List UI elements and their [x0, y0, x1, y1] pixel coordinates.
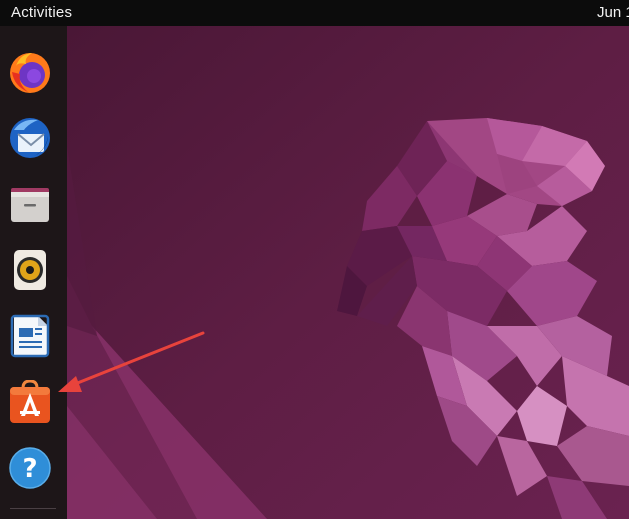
wallpaper-jellyfish-image: [67, 26, 629, 519]
ubuntu-software-icon: [10, 380, 50, 423]
dock-item-thunderbird[interactable]: [4, 112, 56, 164]
libreoffice-writer-icon: [10, 314, 50, 358]
activities-button[interactable]: Activities: [11, 4, 72, 21]
thunderbird-icon: [10, 118, 50, 158]
dock-item-libreoffice-writer[interactable]: [4, 310, 56, 362]
dock-item-rhythmbox[interactable]: [4, 244, 56, 296]
top-bar: Activities Jun 1: [0, 0, 629, 26]
dock: ?: [0, 26, 67, 519]
firefox-icon: [10, 53, 50, 93]
desktop: Activities Jun 1: [0, 0, 629, 519]
dock-item-firefox[interactable]: [4, 46, 56, 98]
files-icon: [11, 188, 49, 222]
dock-item-ubuntu-software[interactable]: [4, 376, 56, 428]
help-icon: ?: [9, 447, 51, 489]
wallpaper: [67, 26, 629, 519]
dock-item-files[interactable]: [4, 178, 56, 230]
svg-text:?: ?: [22, 454, 37, 484]
clock[interactable]: Jun 1: [597, 4, 629, 21]
dock-item-help[interactable]: ?: [4, 442, 56, 494]
dock-separator: [10, 508, 56, 509]
rhythmbox-icon: [14, 250, 46, 290]
